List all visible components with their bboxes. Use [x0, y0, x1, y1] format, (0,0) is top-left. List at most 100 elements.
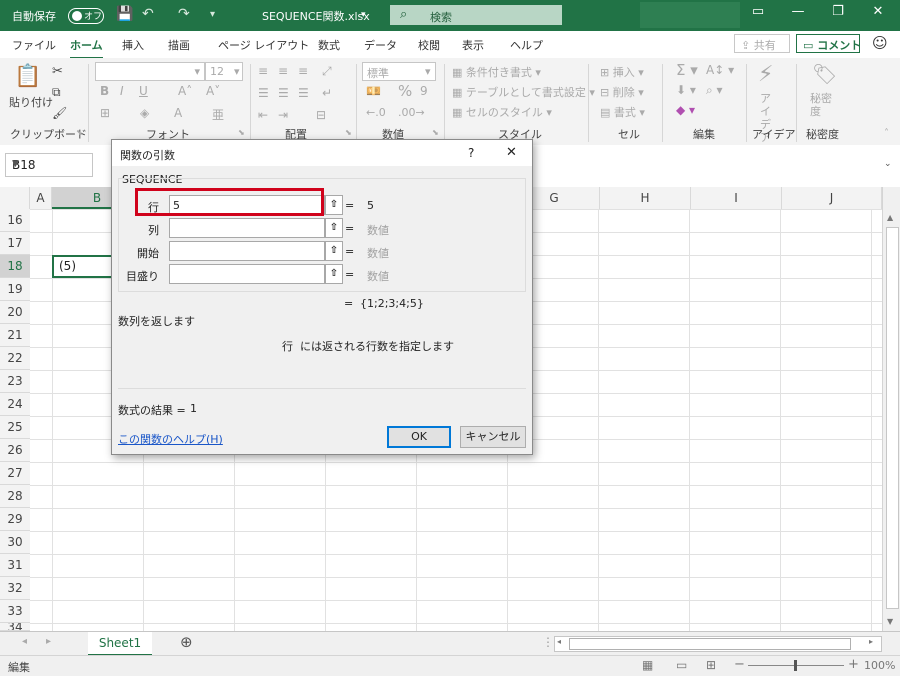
expand-formula-bar-icon[interactable]: ⌄ — [884, 159, 892, 169]
dialog-launcher-icon[interactable]: ⬊ — [432, 128, 439, 137]
row-header[interactable]: 17 — [0, 232, 30, 255]
comment-button[interactable]: ▭ コメント — [796, 34, 861, 53]
decrease-decimal-icon[interactable]: .00→ — [398, 106, 425, 119]
ok-button[interactable]: OK — [387, 426, 451, 448]
ideas-icon[interactable]: ⚡ — [758, 62, 773, 87]
copy-icon[interactable]: ⧉ — [52, 85, 61, 100]
align-left-icon[interactable]: ☰ — [258, 86, 269, 100]
chevron-down-icon[interactable]: ▾ — [361, 10, 366, 20]
delete-cells-button[interactable]: ⊟ 削除 ▾ — [600, 84, 644, 100]
fill-icon[interactable]: ⬇ ▾ — [676, 83, 696, 97]
row-header[interactable]: 16 — [0, 209, 30, 232]
restore-icon[interactable]: ❐ — [818, 4, 858, 19]
orientation-icon[interactable]: ⤢ — [322, 64, 332, 79]
row-header[interactable]: 27 — [0, 462, 30, 485]
sheet-tab-sheet1[interactable]: Sheet1 — [88, 632, 152, 656]
tab-help[interactable]: ヘルプ — [510, 37, 543, 53]
row-header[interactable]: 21 — [0, 324, 30, 347]
collapse-dialog-icon[interactable]: ⇧ — [325, 264, 343, 284]
paste-label[interactable]: 貼り付け — [9, 94, 53, 110]
column-header-j[interactable]: J — [782, 187, 882, 209]
column-header-h[interactable]: H — [600, 187, 691, 209]
wrap-text-icon[interactable]: ↵ — [322, 86, 332, 100]
search-box[interactable]: ⌕ 検索 — [390, 5, 562, 25]
add-sheet-icon[interactable]: ⊕ — [180, 633, 193, 651]
row-header[interactable]: 29 — [0, 508, 30, 531]
save-icon[interactable]: 💾 — [116, 6, 133, 22]
ribbon-display-options-icon[interactable]: ▭ — [738, 4, 778, 19]
increase-indent-icon[interactable]: ⇥ — [278, 108, 288, 122]
row-header[interactable]: 23 — [0, 370, 30, 393]
decrease-indent-icon[interactable]: ⇤ — [258, 108, 268, 122]
close-icon[interactable]: ✕ — [506, 145, 517, 160]
find-select-icon[interactable]: ⌕ ▾ — [706, 83, 723, 98]
collapse-dialog-icon[interactable]: ⇧ — [325, 195, 343, 215]
format-as-table-button[interactable]: ▦ テーブルとして書式設定 ▾ — [452, 84, 595, 100]
sort-filter-icon[interactable]: A↕ ▾ — [706, 63, 734, 77]
scroll-down-icon[interactable]: ▼ — [887, 617, 893, 626]
zoom-slider-thumb[interactable] — [794, 660, 797, 671]
tab-draw[interactable]: 描画 — [168, 37, 190, 53]
row-header[interactable]: 20 — [0, 301, 30, 324]
cut-icon[interactable]: ✂ — [52, 64, 63, 79]
collapse-ribbon-icon[interactable]: ˄ — [884, 128, 889, 139]
horizontal-scroll-thumb[interactable] — [569, 638, 851, 650]
underline-icon[interactable]: U — [139, 84, 148, 98]
customize-quick-access-icon[interactable]: ▾ — [210, 9, 215, 20]
currency-icon[interactable]: 💴 — [366, 84, 381, 98]
select-all-corner[interactable] — [0, 187, 30, 209]
paste-icon[interactable]: 📋 — [14, 64, 41, 89]
tab-data[interactable]: データ — [364, 37, 397, 53]
column-header-i[interactable]: I — [691, 187, 782, 209]
row-header[interactable]: 26 — [0, 439, 30, 462]
insert-cells-button[interactable]: ⊞ 挿入 ▾ — [600, 64, 644, 80]
conditional-formatting-button[interactable]: ▦ 条件付き書式 ▾ — [452, 64, 541, 80]
normal-view-icon[interactable]: ▦ — [642, 658, 653, 672]
redo-icon[interactable]: ↷ — [178, 6, 190, 22]
arg-input-step[interactable] — [169, 264, 325, 284]
comma-icon[interactable]: 9 — [420, 84, 428, 98]
prev-sheet-icon[interactable]: ◂ — [22, 636, 27, 647]
format-cells-button[interactable]: ▤ 書式 ▾ — [600, 104, 645, 120]
dialog-launcher-icon[interactable]: ⬊ — [76, 128, 83, 137]
arg-input-columns[interactable] — [169, 218, 325, 238]
merge-cells-icon[interactable]: ⊟ — [316, 108, 326, 122]
sensitivity-label[interactable]: 秘密度 — [810, 92, 834, 118]
minimize-icon[interactable]: — — [778, 4, 818, 19]
align-top-icon[interactable]: ≡ — [258, 64, 268, 78]
horizontal-scrollbar[interactable]: ◂ ▸ — [554, 636, 882, 652]
arg-input-start[interactable] — [169, 241, 325, 261]
tab-insert[interactable]: 挿入 — [122, 37, 144, 53]
vertical-scrollbar[interactable]: ▲ ▼ — [882, 187, 900, 631]
font-size-select[interactable]: 12 ▾ — [205, 62, 243, 81]
undo-icon[interactable]: ↶ — [142, 6, 154, 22]
italic-icon[interactable]: I — [120, 84, 124, 98]
account-area[interactable] — [640, 2, 740, 28]
fill-color-icon[interactable]: ◈ — [140, 106, 149, 120]
zoom-in-icon[interactable]: + — [848, 657, 859, 672]
scroll-left-icon[interactable]: ◂ — [557, 637, 561, 646]
tab-home[interactable]: ホーム — [70, 37, 103, 59]
align-bottom-icon[interactable]: ≡ — [298, 64, 308, 78]
row-header[interactable]: 34 — [0, 623, 30, 631]
row-header[interactable]: 25 — [0, 416, 30, 439]
align-middle-icon[interactable]: ≡ — [278, 64, 288, 78]
bold-icon[interactable]: B — [100, 84, 109, 98]
tab-file[interactable]: ファイル — [12, 37, 56, 53]
font-color-icon[interactable]: A — [174, 106, 182, 120]
tab-formulas[interactable]: 数式 — [318, 37, 340, 53]
tab-page-layout[interactable]: ページ レイアウト — [218, 37, 309, 53]
format-painter-icon[interactable]: 🖌 — [52, 106, 67, 120]
function-help-link[interactable]: この関数のヘルプ(H) — [118, 431, 223, 447]
tab-split-handle-icon[interactable]: ⋮ — [542, 635, 554, 649]
row-header[interactable]: 33 — [0, 600, 30, 623]
zoom-level[interactable]: 100% — [864, 659, 895, 672]
smiley-feedback-icon[interactable]: ☺ — [872, 34, 888, 52]
help-icon[interactable]: ? — [468, 146, 474, 160]
font-name-select[interactable]: ▾ — [95, 62, 205, 81]
row-header[interactable]: 32 — [0, 577, 30, 600]
row-header[interactable]: 30 — [0, 531, 30, 554]
row-header[interactable]: 31 — [0, 554, 30, 577]
page-layout-view-icon[interactable]: ▭ — [676, 658, 687, 672]
collapse-dialog-icon[interactable]: ⇧ — [325, 218, 343, 238]
